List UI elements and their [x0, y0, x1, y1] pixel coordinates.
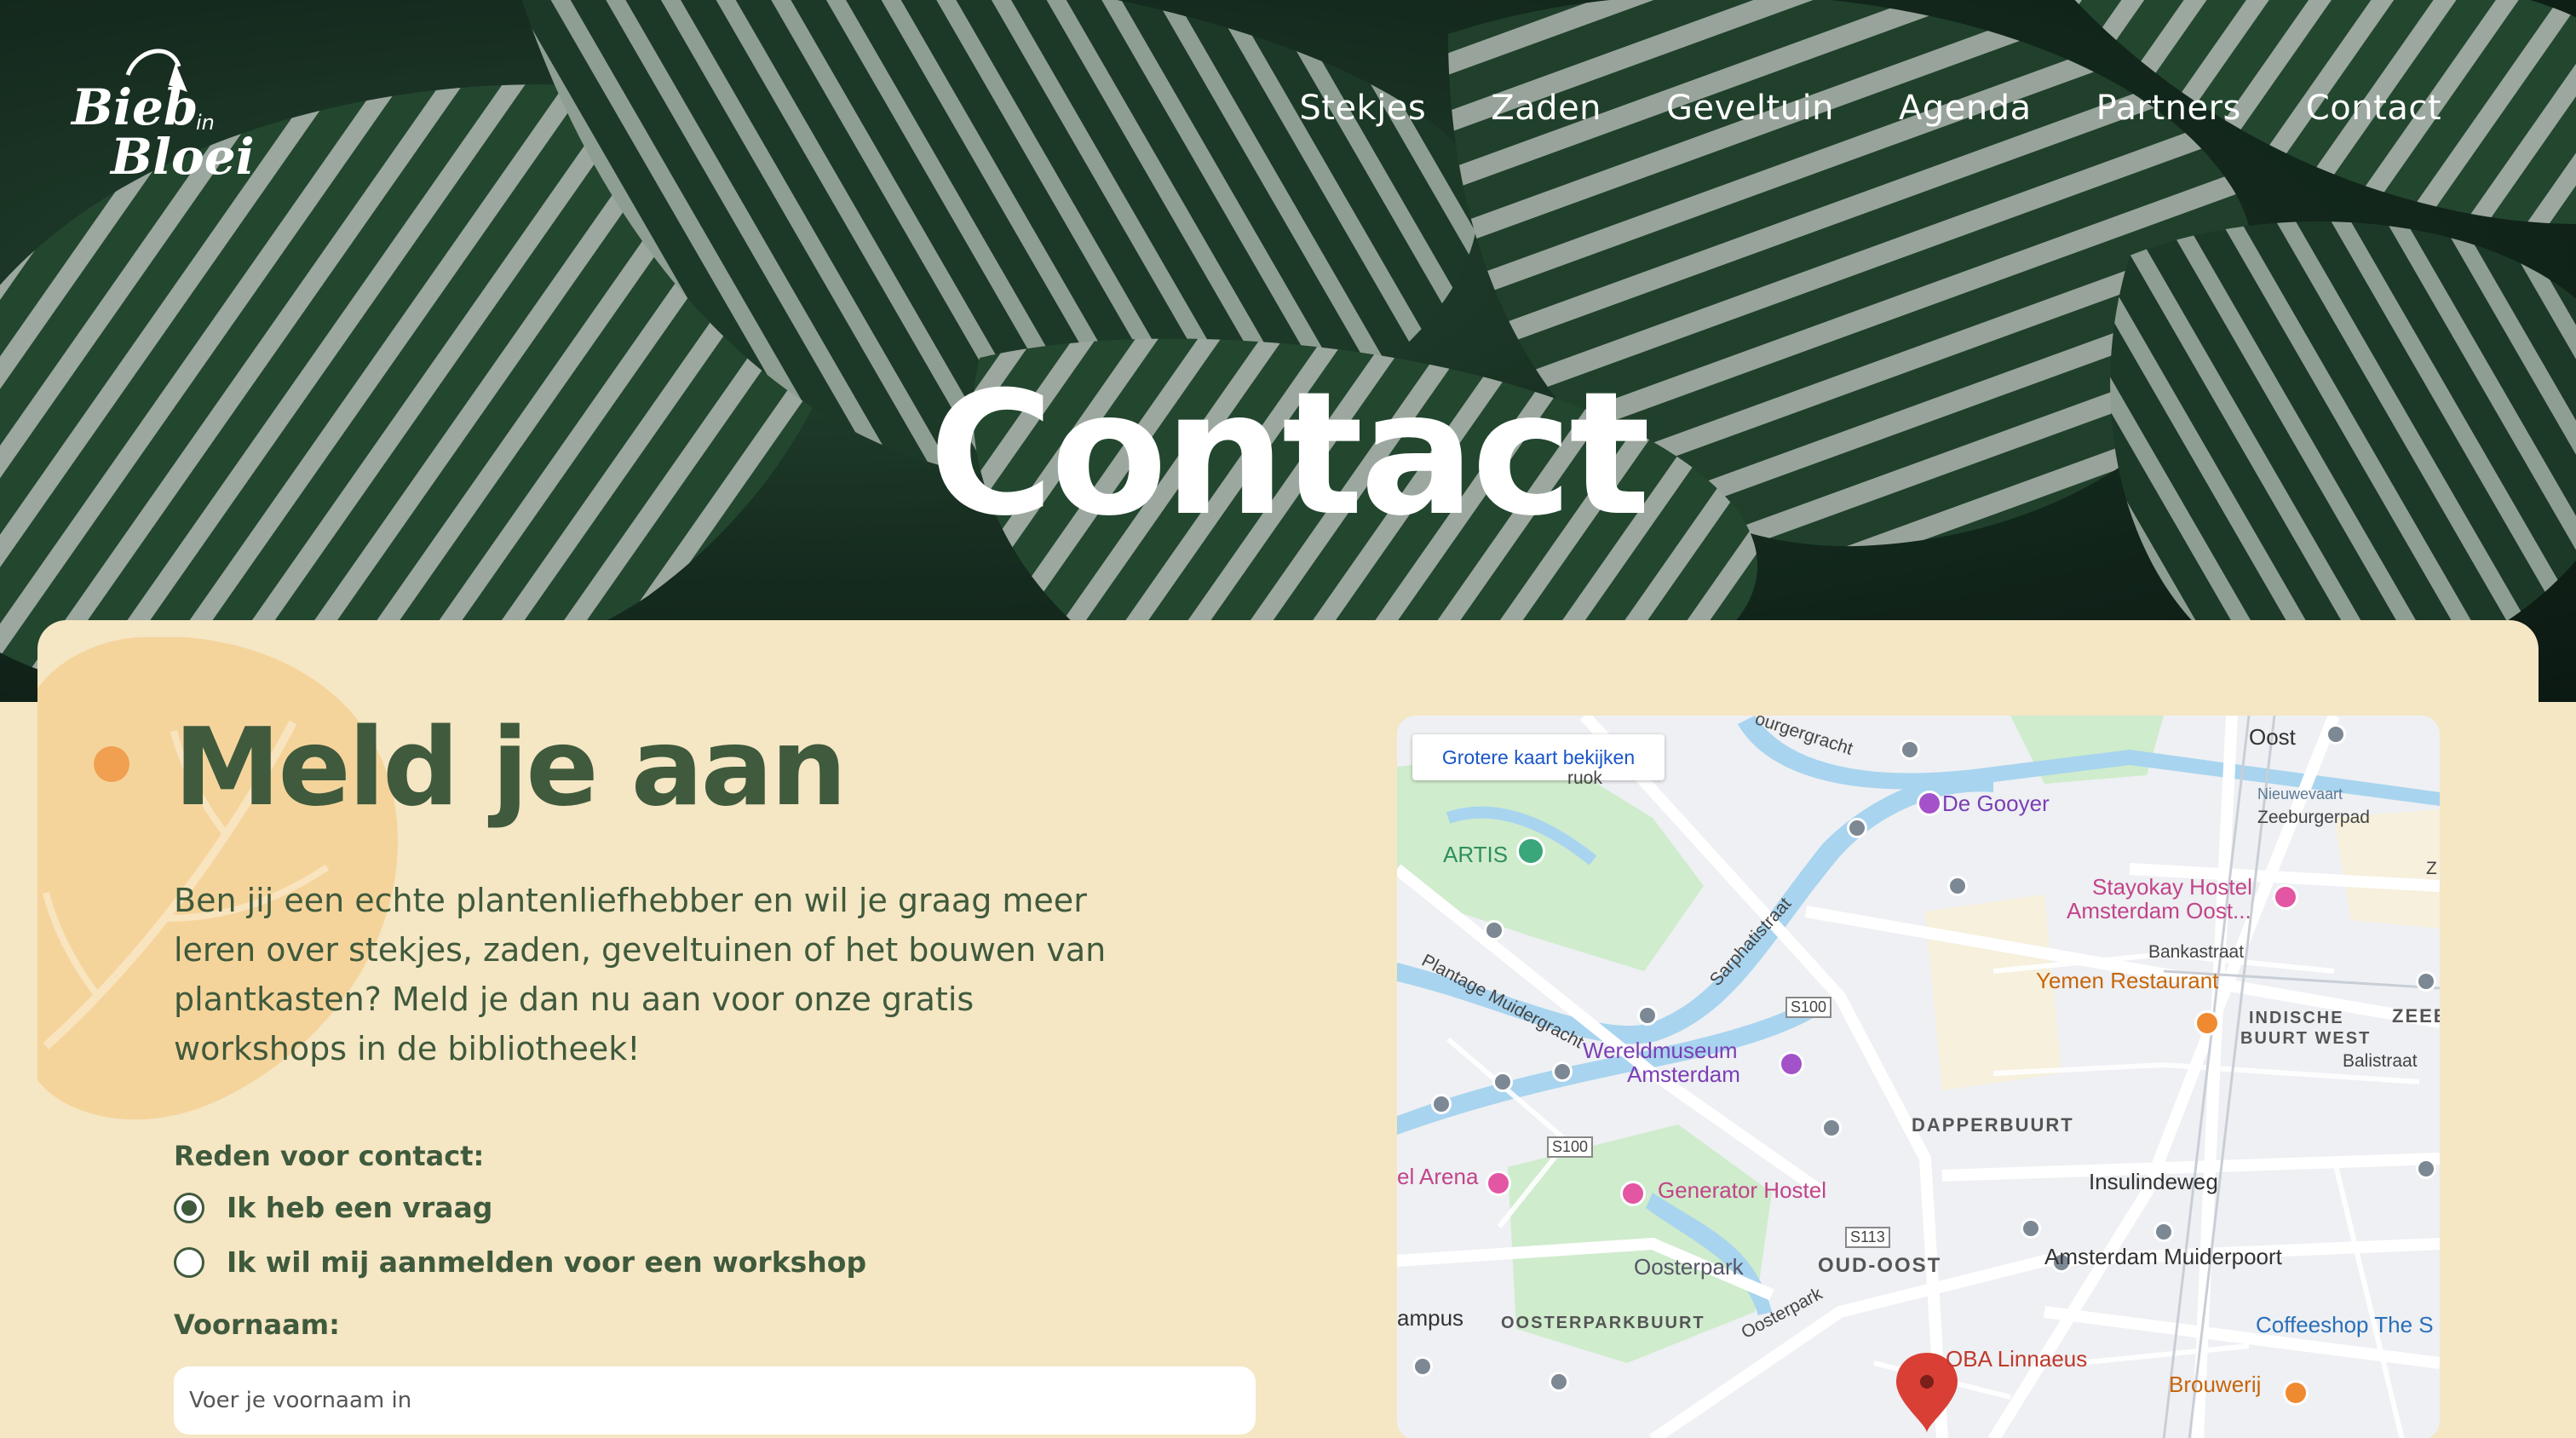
hotel-marker-icon[interactable]	[1620, 1181, 1646, 1206]
map-label: Yemen Restaurant	[2036, 968, 2219, 993]
transit-stop-icon[interactable]	[2416, 1159, 2436, 1179]
map-label: Insulindeweg	[2089, 1169, 2218, 1194]
map-label: S113	[1845, 1227, 1890, 1248]
map-label: ampus	[1397, 1305, 1464, 1331]
map-label: Oost	[2249, 724, 2296, 750]
larger-map-button[interactable]: Grotere kaart bekijken	[1412, 734, 1665, 780]
radio-workshop[interactable]	[174, 1246, 204, 1278]
map-label: OUD-OOST	[1818, 1254, 1942, 1277]
map-embed[interactable]: Grotere kaart bekijken ourgergracht ruok…	[1397, 716, 2440, 1438]
nav-partners[interactable]: Partners	[2096, 89, 2241, 128]
page-title: Contact	[929, 355, 1650, 554]
nav-zaden[interactable]: Zaden	[1491, 89, 1601, 128]
restaurant-marker-icon[interactable]	[2194, 1010, 2220, 1036]
transit-stop-icon[interactable]	[1637, 1005, 1658, 1026]
map-label: Balistraat	[2343, 1051, 2418, 1071]
transit-stop-icon[interactable]	[1549, 1372, 1569, 1392]
map-label: Z	[2426, 859, 2437, 878]
radio-workshop-label: Ik wil mij aanmelden voor een workshop	[227, 1245, 867, 1279]
map-label: el Arena	[1397, 1164, 1479, 1189]
museum-marker-icon[interactable]	[1917, 791, 1942, 816]
transit-stop-icon[interactable]	[1492, 1072, 1513, 1092]
transit-stop-icon[interactable]	[1847, 818, 1867, 838]
form-title: Meld je aan	[174, 705, 847, 830]
radio-question-label: Ik heb een vraag	[227, 1191, 493, 1224]
reason-label: Reden voor contact:	[174, 1140, 485, 1172]
map-label: BUURT WEST	[2240, 1029, 2372, 1048]
location-marker-icon[interactable]	[2326, 724, 2346, 745]
firstname-input[interactable]	[174, 1366, 1256, 1435]
hero-banner: Bieb in Bloei Stekjes Zaden Geveltuin Ag…	[0, 0, 2576, 702]
hotel-marker-icon[interactable]	[1486, 1171, 1511, 1196]
map-label: Wereldmuseum	[1583, 1038, 1738, 1063]
map-label: S100	[1547, 1136, 1594, 1158]
map-label: Zeeburgerpad	[2257, 808, 2370, 827]
svg-text:Bloei: Bloei	[109, 128, 255, 186]
firstname-label: Voornaam:	[174, 1309, 340, 1341]
map-label: ARTIS	[1443, 842, 1509, 867]
nav-geveltuin[interactable]: Geveltuin	[1666, 89, 1834, 128]
transit-stop-icon[interactable]	[2021, 1218, 2041, 1239]
map-label: Nieuwevaart	[2257, 785, 2343, 802]
map-label: INDISCHE	[2249, 1009, 2344, 1027]
transit-stop-icon[interactable]	[1821, 1118, 1842, 1138]
zoo-marker-icon[interactable]	[1516, 837, 1545, 866]
map-label: Generator Hostel	[1658, 1177, 1826, 1203]
map-label: OOSTERPARKBUURT	[1501, 1314, 1705, 1332]
nav-stekjes[interactable]: Stekjes	[1299, 89, 1426, 128]
map-label: ZEEB	[2392, 1005, 2440, 1027]
contact-card: Meld je aan Ben jij een echte plantenlie…	[37, 620, 2539, 1438]
transit-stop-icon[interactable]	[1412, 1356, 1433, 1377]
map-label: S100	[1785, 997, 1832, 1018]
transit-stop-icon[interactable]	[1484, 920, 1504, 940]
map-label: ruok	[1567, 768, 1602, 788]
map-label: Amsterdam Oost...	[2067, 898, 2251, 923]
orange-dot-icon	[94, 746, 129, 782]
map-label: Brouwerij	[2169, 1372, 2262, 1397]
bar-marker-icon[interactable]	[2283, 1380, 2309, 1406]
map-label: OBA Linnaeus	[1946, 1346, 2088, 1372]
form-intro: Ben jij een echte plantenliefhebber en w…	[174, 882, 1107, 1067]
museum-marker-icon[interactable]	[1779, 1051, 1804, 1077]
map-label: Bankastraat	[2148, 942, 2245, 962]
transit-stop-icon[interactable]	[1900, 739, 1920, 760]
map-label: Amsterdam	[1627, 1061, 1740, 1087]
map-label: De Gooyer	[1942, 791, 2050, 816]
hotel-marker-icon[interactable]	[2273, 884, 2298, 910]
transit-stop-icon[interactable]	[2153, 1222, 2174, 1242]
radio-option-workshop[interactable]: Ik wil mij aanmelden voor een workshop	[174, 1245, 866, 1279]
transit-stop-icon[interactable]	[1552, 1061, 1573, 1082]
map-label: Stayokay Hostel	[2092, 874, 2252, 900]
map-label: DAPPERBUURT	[1912, 1114, 2074, 1136]
map-label: Oosterpark	[1634, 1254, 1744, 1280]
map-label: Amsterdam Muiderpoort	[2044, 1244, 2282, 1269]
site-logo[interactable]: Bieb in Bloei	[68, 41, 256, 186]
nav-agenda[interactable]: Agenda	[1899, 89, 2032, 128]
transit-stop-icon[interactable]	[1431, 1094, 1452, 1114]
transit-stop-icon[interactable]	[1947, 876, 1968, 896]
transit-stop-icon[interactable]	[2416, 971, 2436, 992]
radio-option-question[interactable]: Ik heb een vraag	[174, 1191, 492, 1224]
bieb-in-bloei-logo: Bieb in Bloei	[70, 49, 255, 186]
nav-contact[interactable]: Contact	[2306, 89, 2441, 128]
map-label: Coffeeshop The S	[2256, 1312, 2434, 1337]
main-nav: Stekjes Zaden Geveltuin Agenda Partners …	[1299, 89, 2441, 128]
radio-question[interactable]	[174, 1192, 204, 1223]
